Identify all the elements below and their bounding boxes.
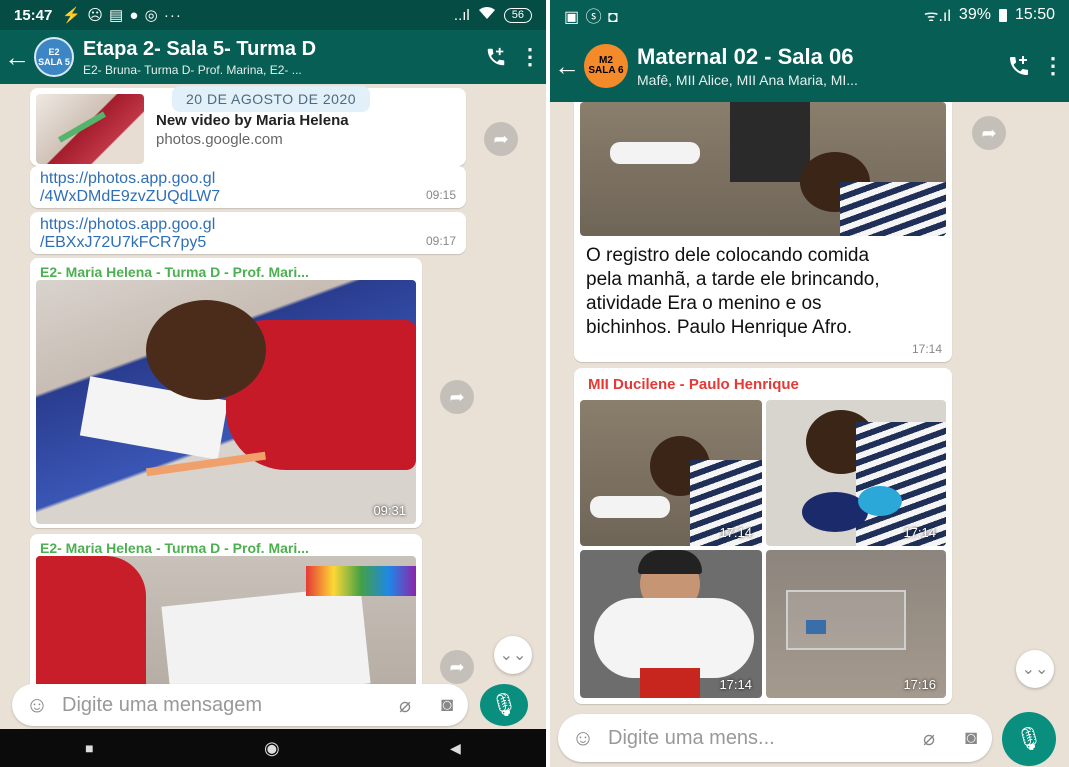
group-avatar[interactable]: E2 SALA 5 [34, 37, 74, 77]
signal-icon: ᯤ.ıl [923, 8, 951, 25]
attach-icon[interactable]: ⌀ [908, 726, 950, 751]
photo-time: 17:14 [903, 525, 936, 540]
battery-indicator: 56 [503, 7, 532, 23]
album-photo-2[interactable]: 17:14 [766, 400, 946, 546]
status-time: 15:47 [14, 6, 53, 24]
avatar-line2: SALA 6 [588, 65, 624, 76]
chat-title: Etapa 2- Sala 5- Turma D [83, 37, 317, 60]
message-caption: O registro dele colocando comida pela ma… [586, 245, 880, 338]
sender-name[interactable]: MII Ducilene - Paulo Henrique [588, 376, 799, 393]
mic-icon[interactable]: 🎙 [480, 684, 528, 726]
camera-icon[interactable]: ◙ [950, 727, 992, 750]
chat-title-area[interactable]: Maternal 02 - Sala 06 Mafê, MII Alice, M… [637, 44, 1001, 88]
system-nav-bar: ■ ◉ ◀ [0, 729, 546, 767]
left-phone-screen: 15:47 ⚡ ☹ ▤ ● ◎ ··· ..ıl 56 ← E2 SALA 5 … [0, 0, 546, 767]
image-message[interactable]: E2- Maria Helena - Turma D - Prof. Mari.… [30, 534, 422, 694]
chat-subtitle: Mafê, MII Alice, MII Ana Maria, MI... [637, 72, 858, 88]
more-vert-icon[interactable]: ⋮ [1037, 53, 1069, 79]
link-preview-title: New video by Maria Helena [156, 112, 349, 129]
add-call-icon[interactable] [478, 46, 514, 68]
album-photo-4[interactable]: 17:16 [766, 550, 946, 698]
forward-icon[interactable]: ➦ [440, 380, 474, 414]
link-line2[interactable]: /4WxDMdE9zvZUQdLW7 [40, 188, 456, 206]
notification-icons: ⚡ ☹ ▤ ● ◎ ··· [62, 7, 182, 24]
group-avatar[interactable]: M2 SALA 6 [584, 44, 628, 88]
message-time: 09:31 [373, 503, 406, 518]
attach-icon[interactable]: ⌀ [384, 693, 426, 718]
link-message[interactable]: https://photos.app.goo.gl /4WxDMdE9zvZUQ… [30, 166, 466, 208]
chat-title: Maternal 02 - Sala 06 [637, 44, 854, 69]
wifi-icon [478, 6, 496, 24]
chat-title-area[interactable]: Etapa 2- Sala 5- Turma D E2- Bruna- Turm… [83, 38, 478, 77]
notification-icons: ▣ ⓢ ◘ [564, 9, 619, 26]
forward-icon[interactable]: ➦ [972, 116, 1006, 150]
battery-icon [998, 8, 1007, 22]
right-phone-screen: ▣ ⓢ ◘ ᯤ.ıl 39% 15:50 ← M2 SALA 6 Materna… [550, 0, 1069, 767]
recents-icon[interactable]: ■ [85, 740, 93, 756]
emoji-icon[interactable]: ☺ [12, 692, 62, 718]
back-arrow-icon[interactable]: ← [0, 42, 34, 73]
sender-name[interactable]: E2- Maria Helena - Turma D - Prof. Mari.… [40, 264, 410, 280]
message-input[interactable]: Digite uma mens... [608, 727, 908, 750]
link-line1[interactable]: https://photos.app.goo.gl [40, 170, 456, 188]
forward-icon[interactable]: ➦ [484, 122, 518, 156]
photo-time: 17:16 [903, 677, 936, 692]
avatar-line2: SALA 5 [38, 57, 70, 67]
child-drawing-photo[interactable]: 09:31 [36, 280, 416, 524]
message-input[interactable]: Digite uma mensagem [62, 694, 384, 717]
scroll-down-icon[interactable]: ⌄⌄ [1016, 650, 1054, 688]
battery-percent: 39% [958, 6, 991, 23]
image-message[interactable]: E2- Maria Helena - Turma D - Prof. Mari.… [30, 258, 422, 528]
message-time: 09:17 [425, 234, 456, 248]
forward-icon[interactable]: ➦ [440, 650, 474, 684]
signal-icon: ..ıl [453, 6, 470, 24]
message-time: 09:15 [425, 188, 456, 202]
link-line1[interactable]: https://photos.app.goo.gl [40, 216, 456, 234]
feeding-chickens-photo[interactable] [580, 102, 946, 236]
camera-icon[interactable]: ◙ [426, 694, 468, 717]
photo-time: 17:14 [719, 525, 752, 540]
sender-name[interactable]: E2- Maria Helena - Turma D - Prof. Mari.… [40, 540, 410, 556]
link-preview-domain: photos.google.com [156, 131, 283, 148]
date-chip: 20 DE AGOSTO DE 2020 [172, 86, 371, 112]
avatar-line1: E2 [48, 47, 60, 57]
message-time: 17:14 [911, 342, 942, 356]
message-composer[interactable]: ☺ Digite uma mens... ⌀ ◙ [558, 714, 992, 762]
message-list[interactable]: O registro dele colocando comida pela ma… [550, 102, 1069, 708]
more-vert-icon[interactable]: ⋮ [514, 44, 546, 70]
message-list[interactable]: New video by Maria Helena photos.google.… [0, 84, 546, 694]
add-call-icon[interactable] [1001, 54, 1037, 78]
link-message[interactable]: https://photos.app.goo.gl /EBXxJ72U7kFCR… [30, 212, 466, 254]
home-icon[interactable]: ◉ [264, 738, 280, 759]
album-photo-1[interactable]: 17:14 [580, 400, 762, 546]
chat-header: ← M2 SALA 6 Maternal 02 - Sala 06 Mafê, … [550, 30, 1069, 102]
photo-time: 17:14 [719, 677, 752, 692]
status-bar: ▣ ⓢ ◘ ᯤ.ıl 39% 15:50 [550, 0, 1069, 30]
emoji-icon[interactable]: ☺ [558, 725, 608, 751]
mic-icon[interactable]: 🎙 [1002, 712, 1056, 766]
link-line2[interactable]: /EBXxJ72U7kFCR7py5 [40, 234, 456, 252]
photo-album-message[interactable]: MII Ducilene - Paulo Henrique 17:14 17:1… [574, 368, 952, 704]
album-photo-3[interactable]: 17:14 [580, 550, 762, 698]
chat-subtitle: E2- Bruna- Turma D- Prof. Marina, E2- ..… [83, 62, 302, 77]
chat-header: ← E2 SALA 5 Etapa 2- Sala 5- Turma D E2-… [0, 30, 546, 84]
scroll-down-icon[interactable]: ⌄⌄ [494, 636, 532, 674]
status-bar: 15:47 ⚡ ☹ ▤ ● ◎ ··· ..ıl 56 [0, 0, 546, 30]
back-arrow-icon[interactable]: ← [550, 51, 584, 82]
status-time: 15:50 [1014, 6, 1055, 23]
child-coloring-photo[interactable] [36, 556, 416, 694]
video-thumbnail[interactable] [36, 94, 144, 164]
message-composer[interactable]: ☺ Digite uma mensagem ⌀ ◙ [12, 684, 468, 726]
back-nav-icon[interactable]: ◀ [450, 740, 461, 757]
image-caption-message[interactable]: O registro dele colocando comida pela ma… [574, 102, 952, 362]
